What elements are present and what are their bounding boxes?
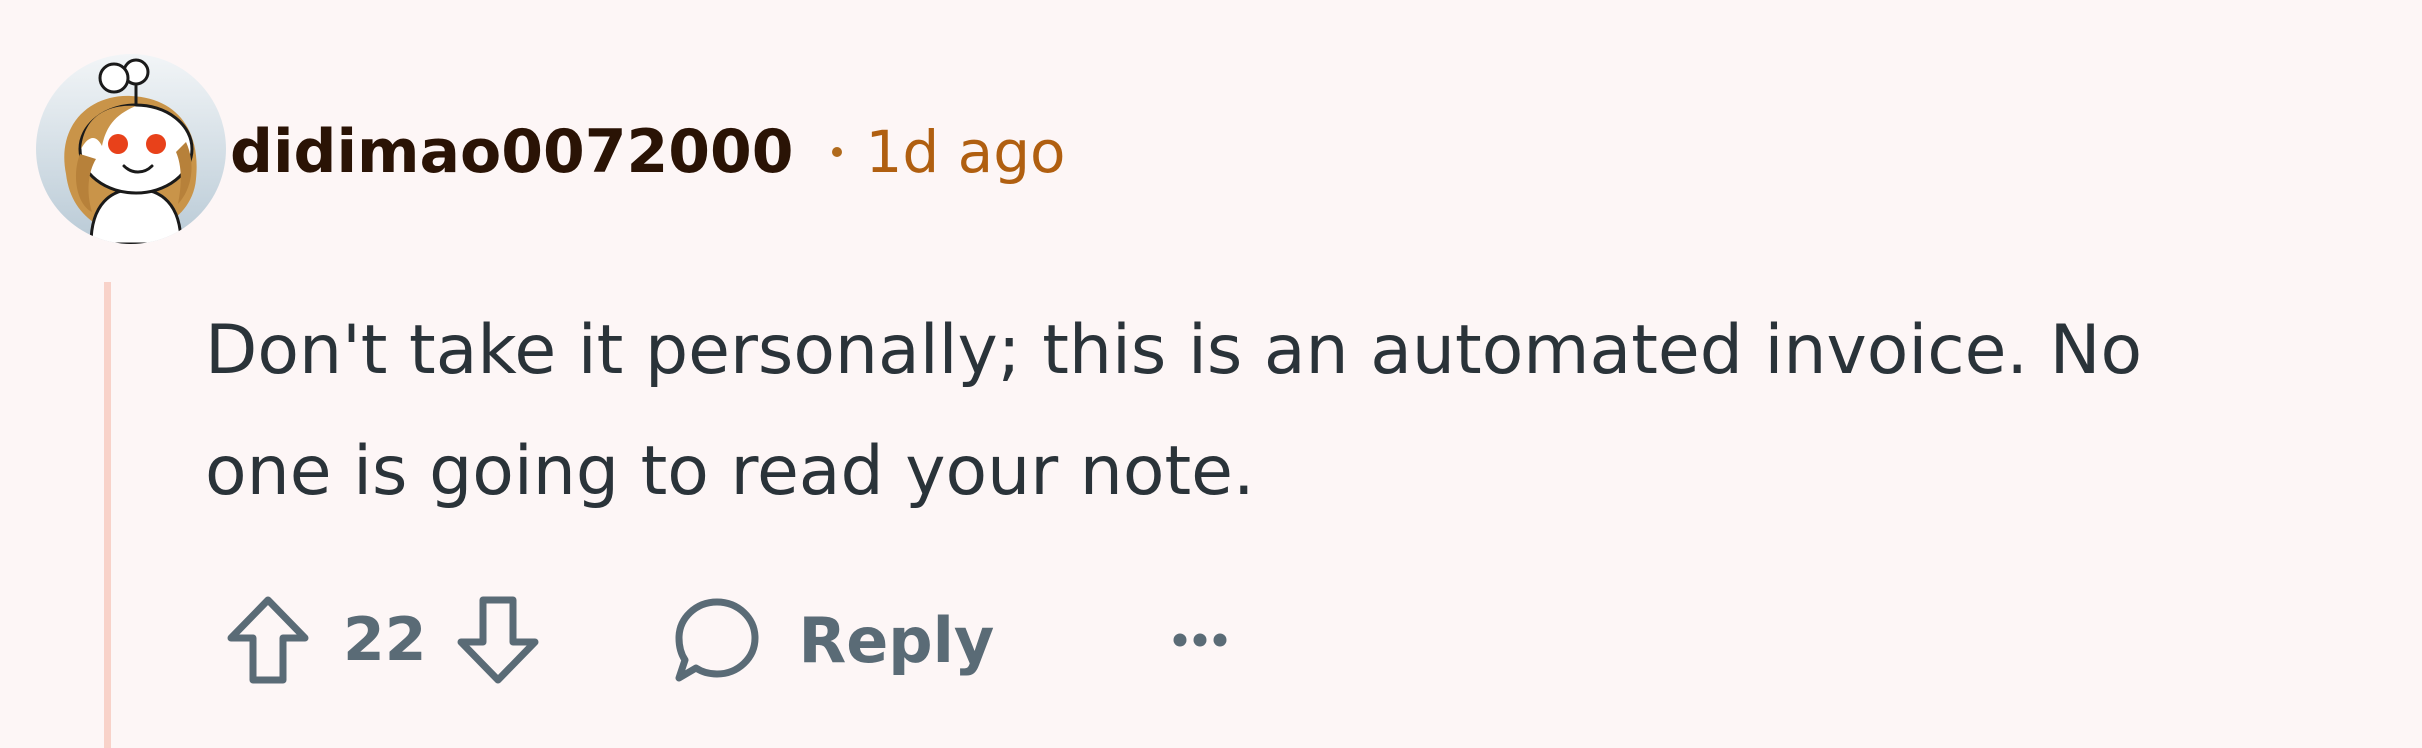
comment-body-line: one is going to read your note. [205,432,1255,511]
comment-body-line: Don't take it personally; this is an aut… [205,311,2143,390]
comment-body: Don't take it personally; this is an aut… [205,290,2405,532]
separator-dot [831,147,842,157]
timestamp-link[interactable]: 1d ago [866,118,1066,186]
avatar[interactable] [36,54,226,244]
snoo-avatar-icon [36,54,226,244]
comment-header: didimao0072000 1d ago [230,104,1066,200]
downvote-button[interactable] [455,594,541,686]
more-options-icon [1173,633,1227,647]
thread-line[interactable] [104,282,111,748]
vote-score: 22 [343,605,427,675]
upvote-button[interactable] [225,594,311,686]
downvote-arrow-icon [457,596,538,684]
reply-label: Reply [798,603,995,677]
reply-button[interactable]: Reply [671,594,995,686]
comment-bubble-icon [675,598,758,682]
comment-actions: 22 Reply [225,590,1230,690]
username-link[interactable]: didimao0072000 [230,117,794,187]
more-options-button[interactable] [1170,610,1230,670]
upvote-arrow-icon [227,596,309,684]
